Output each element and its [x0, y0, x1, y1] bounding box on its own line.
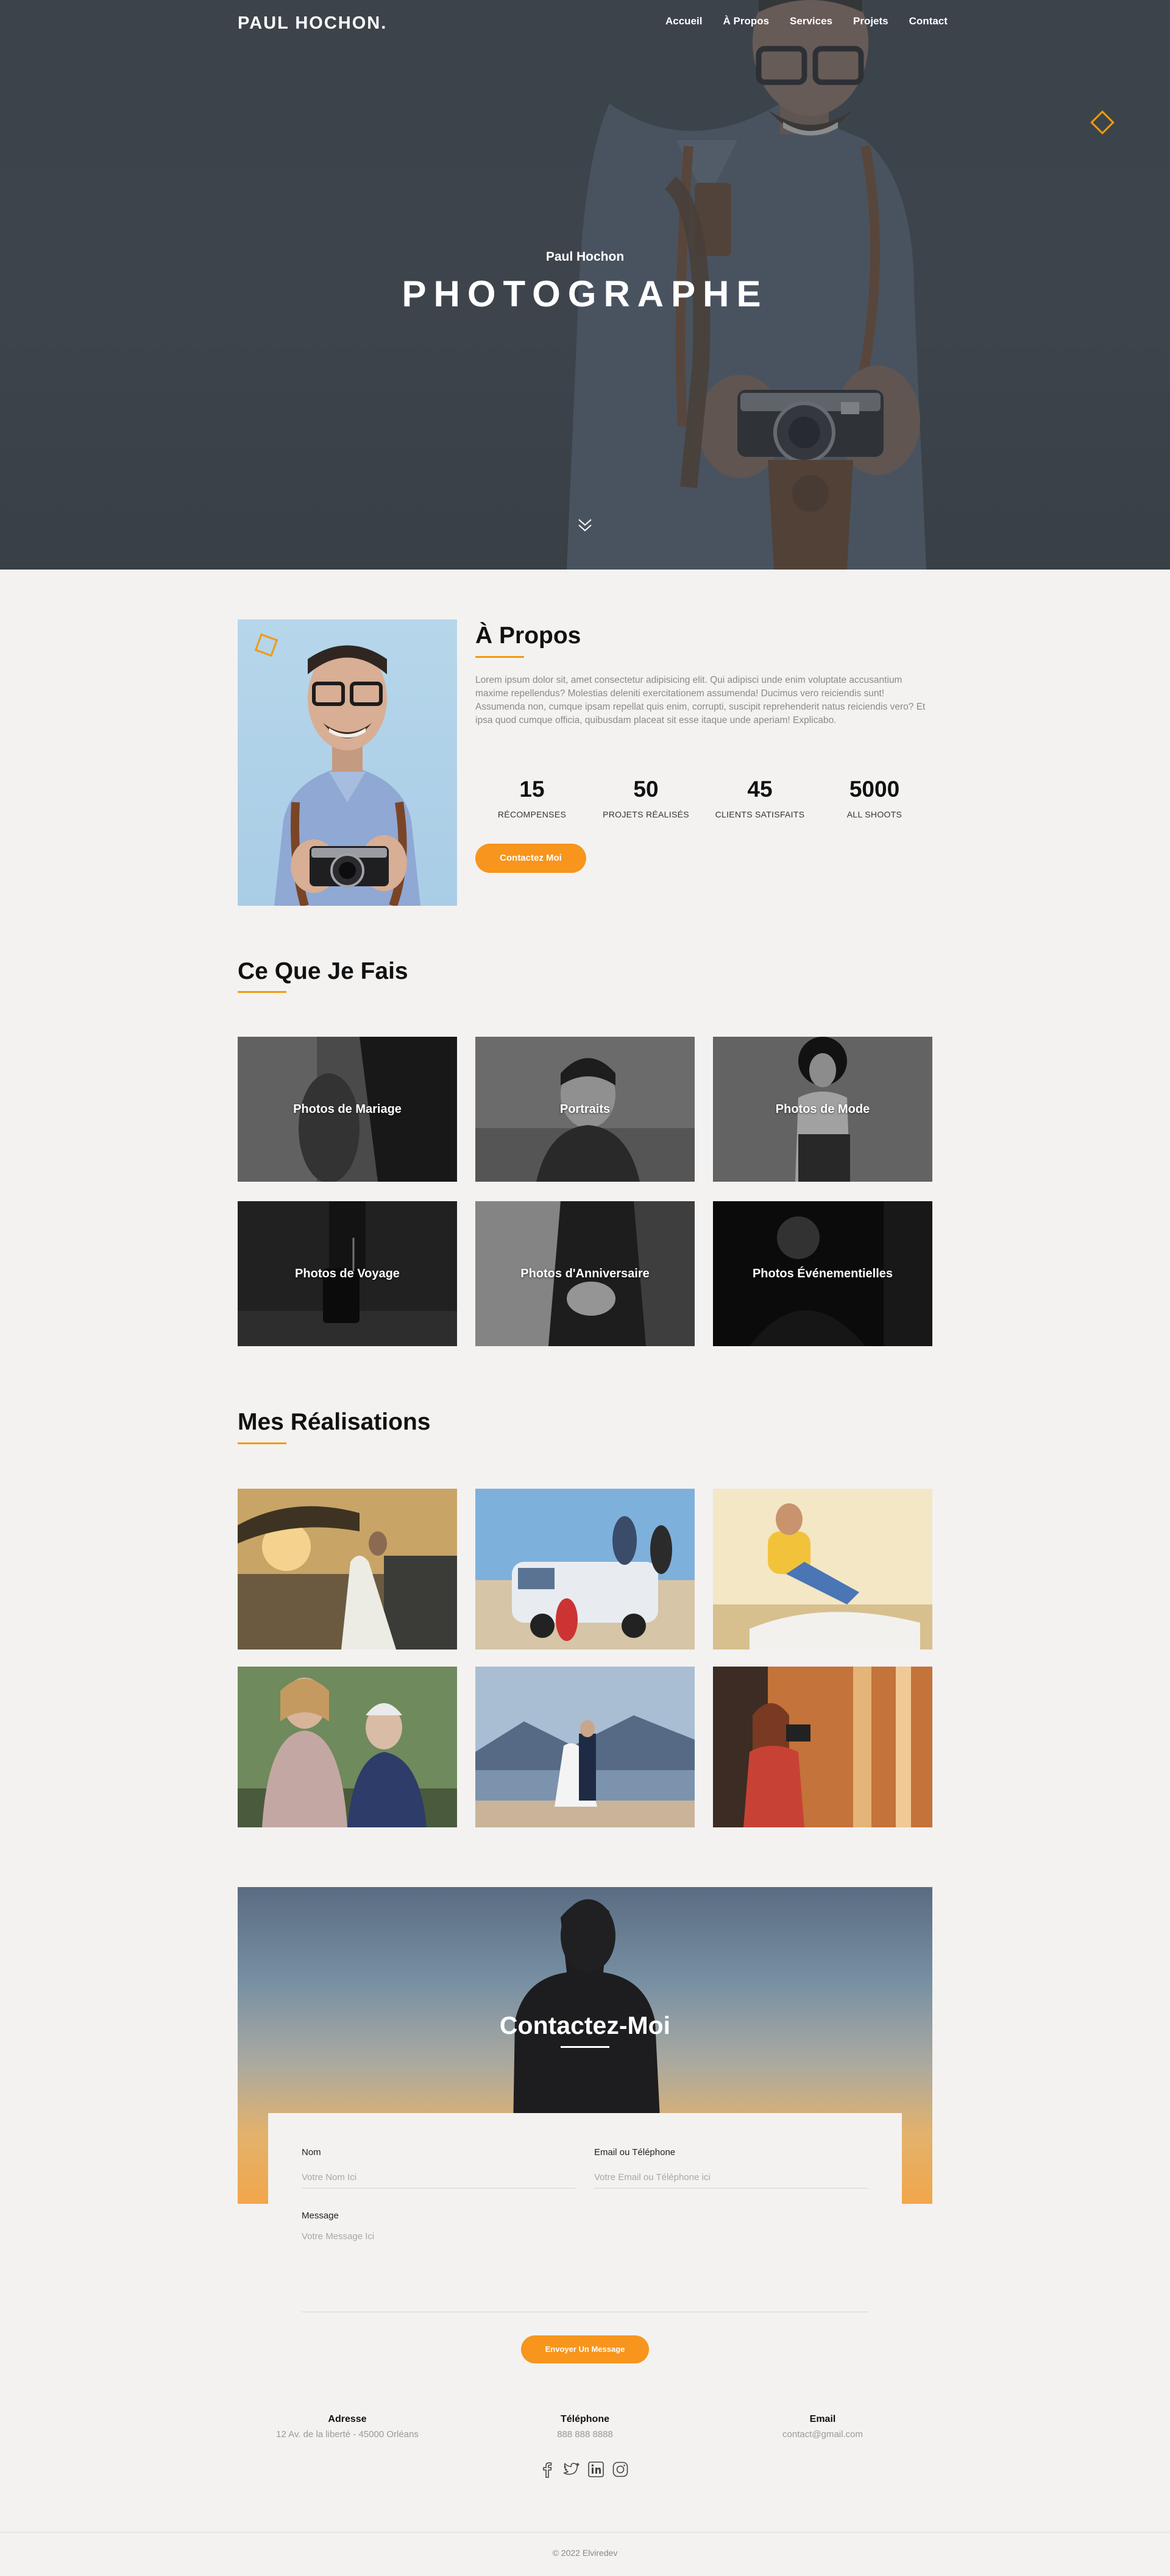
- service-label: Photos de Voyage: [295, 1266, 400, 1280]
- about-photo: [238, 619, 457, 906]
- service-card-mode[interactable]: Photos de Mode: [713, 1037, 932, 1182]
- contact-me-button[interactable]: Contactez Moi: [475, 844, 586, 873]
- about-title: À Propos: [475, 623, 581, 649]
- copyright-text: © 2022 Elviredev: [552, 2548, 618, 2558]
- portfolio-item-grandmother[interactable]: [238, 1667, 457, 1827]
- message-textarea[interactable]: [302, 2230, 868, 2312]
- portfolio-item-autumn-photographer[interactable]: [713, 1667, 932, 1827]
- stat-value: 5000: [849, 777, 900, 802]
- hero-section: PAUL HOCHON. Accueil À Propos Services P…: [0, 0, 1170, 570]
- scroll-down-chevron-icon[interactable]: [576, 517, 594, 535]
- service-label: Photos Événementielles: [752, 1266, 893, 1280]
- email-or-phone-input[interactable]: [594, 2167, 868, 2189]
- hero-subtitle: Paul Hochon: [545, 250, 625, 264]
- service-card-anniversaire[interactable]: Photos d'Anniversaire: [475, 1201, 695, 1346]
- stat-clients: 45 CLIENTS SATISFAITS: [705, 777, 815, 819]
- stat-label: RÉCOMPENSES: [497, 810, 567, 819]
- nav-link-contact[interactable]: Contact: [909, 15, 948, 27]
- phone-info: Téléphone 888 888 8888: [475, 2414, 695, 2440]
- linkedin-icon[interactable]: [587, 2461, 604, 2478]
- service-card-mariage[interactable]: Photos de Mariage: [238, 1037, 457, 1182]
- instagram-icon[interactable]: [612, 2461, 629, 2478]
- phone-value: 888 888 8888: [557, 2429, 613, 2440]
- address-value: 12 Av. de la liberté - 45000 Orléans: [276, 2429, 419, 2440]
- send-message-button[interactable]: Envoyer Un Message: [521, 2335, 649, 2363]
- nav-link-services[interactable]: Services: [790, 15, 832, 27]
- email-value[interactable]: contact@gmail.com: [713, 2429, 932, 2440]
- portfolio-title-underline: [238, 1442, 286, 1444]
- stat-label: PROJETS RÉALISÉS: [603, 810, 689, 819]
- stat-shoots: 5000 ALL SHOOTS: [820, 777, 929, 819]
- stat-value: 15: [519, 777, 545, 802]
- service-label: Photos de Mariage: [293, 1102, 402, 1116]
- stat-value: 50: [633, 777, 659, 802]
- contact-form: Nom Email ou Téléphone Message Envoyer U…: [268, 2113, 902, 2381]
- stat-label: ALL SHOOTS: [846, 810, 902, 819]
- contact-title: Contactez-Moi: [499, 2011, 671, 2039]
- contact-title-underline: [561, 2046, 609, 2048]
- twitter-icon[interactable]: [563, 2461, 580, 2478]
- about-title-underline: [475, 656, 524, 658]
- site-logo[interactable]: PAUL HOCHON.: [238, 13, 387, 34]
- name-label: Nom: [302, 2147, 321, 2158]
- stat-recompenses: 15 RÉCOMPENSES: [477, 777, 587, 819]
- portfolio-item-wedding-sunset[interactable]: [238, 1489, 457, 1650]
- address-info: Adresse 12 Av. de la liberté - 45000 Orl…: [238, 2414, 457, 2440]
- portfolio-item-friends-van[interactable]: [475, 1489, 695, 1650]
- service-label: Portraits: [559, 1102, 611, 1116]
- email-info: Email contact@gmail.com: [713, 2414, 932, 2440]
- email-label: Email: [809, 2414, 836, 2424]
- footer-divider: [0, 2532, 1170, 2533]
- nav-link-a-propos[interactable]: À Propos: [723, 15, 769, 27]
- facebook-icon[interactable]: [539, 2461, 556, 2478]
- email-label: Email ou Téléphone: [594, 2147, 676, 2158]
- service-label: Photos d'Anniversaire: [520, 1266, 650, 1280]
- service-card-portraits[interactable]: Portraits: [475, 1037, 695, 1182]
- portfolio-title: Mes Réalisations: [238, 1409, 431, 1435]
- message-label: Message: [302, 2211, 339, 2221]
- phone-label: Téléphone: [560, 2414, 609, 2424]
- hero-title: PHOTOGRAPHE: [402, 273, 768, 314]
- nav-link-accueil[interactable]: Accueil: [665, 15, 702, 27]
- main-nav: Accueil À Propos Services Projets Contac…: [665, 15, 968, 27]
- stat-label: CLIENTS SATISFAITS: [715, 810, 805, 819]
- address-label: Adresse: [328, 2414, 367, 2424]
- about-description: Lorem ipsum dolor sit, amet consectetur …: [475, 675, 926, 725]
- portfolio-item-woman-car[interactable]: [713, 1489, 932, 1650]
- services-title-underline: [238, 991, 286, 993]
- stat-projets: 50 PROJETS RÉALISÉS: [591, 777, 701, 819]
- nav-link-projets[interactable]: Projets: [853, 15, 888, 27]
- portfolio-item-lake-couple[interactable]: [475, 1667, 695, 1827]
- stat-value: 45: [747, 777, 773, 802]
- service-card-voyage[interactable]: Photos de Voyage: [238, 1201, 457, 1346]
- name-input[interactable]: [302, 2167, 576, 2189]
- services-title: Ce Que Je Fais: [238, 958, 408, 984]
- service-card-evenementielles[interactable]: Photos Événementielles: [713, 1201, 932, 1346]
- service-label: Photos de Mode: [775, 1102, 870, 1116]
